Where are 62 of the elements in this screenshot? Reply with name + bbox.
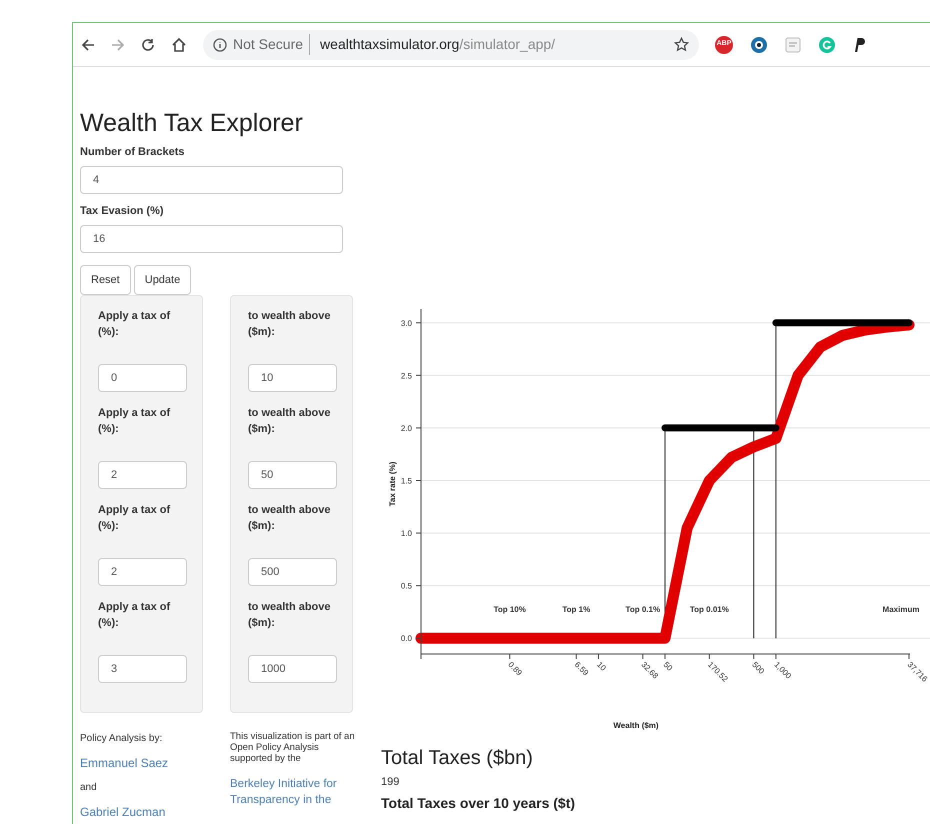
axis-title: Wealth ($m) [613, 721, 659, 730]
bracket-field[interactable]: 2 [98, 558, 187, 586]
bracket-field[interactable]: 3 [98, 655, 187, 683]
bracket-label: Apply a tax of (%): [98, 309, 172, 340]
p-icon[interactable] [853, 36, 865, 52]
bracket-field[interactable]: 2 [98, 461, 187, 489]
action-button[interactable]: Update [134, 265, 192, 295]
credits-heading: Policy Analysis by: [80, 732, 164, 746]
tick-label: 1.5 [400, 476, 412, 486]
bracket-label: to wealth above ($m): [248, 406, 332, 437]
joiner-text: and [80, 781, 98, 795]
url-text: wealthtaxsimulator.org/simulator_app/ [320, 35, 556, 54]
percentile-label: Top 0.1% [626, 605, 660, 614]
bracket-field[interactable]: 50 [248, 461, 337, 489]
bracket-label: to wealth above ($m): [248, 309, 332, 340]
axis-title: Tax rate (%) [388, 462, 397, 506]
bracket-field[interactable]: 500 [248, 558, 337, 586]
number-field[interactable]: 16 [80, 225, 343, 253]
field-label: Number of Brackets [80, 145, 186, 160]
page-title: Wealth Tax Explorer [80, 108, 304, 139]
tick-label: 500 [750, 660, 766, 676]
home-icon[interactable] [171, 38, 187, 52]
tick-label: 2.5 [400, 371, 412, 380]
field-label: Tax Evasion (%) [80, 204, 165, 219]
tick-label: 6.59 [572, 660, 590, 678]
tick-label: 10 [595, 660, 608, 673]
tick-label: 0.5 [400, 582, 412, 591]
reload-icon[interactable] [141, 38, 155, 52]
tick-label: 3.0 [400, 318, 412, 328]
bracket-label: to wealth above ($m): [248, 600, 332, 631]
tick-label: 1.0 [400, 529, 412, 538]
extension-icon[interactable] [785, 36, 801, 52]
results-subheading: Total Taxes over 10 years ($t) [381, 794, 576, 812]
tick-label: 0.0 [400, 634, 412, 644]
security-label: Not Secure [233, 34, 310, 55]
info-icon [213, 38, 227, 52]
percentile-label: Top 1% [562, 605, 590, 614]
back-icon[interactable] [81, 38, 95, 52]
bracket-label: Apply a tax of (%): [98, 406, 172, 437]
author-link[interactable]: Emmanuel Saez [80, 754, 210, 772]
number-field[interactable]: 4 [80, 166, 343, 194]
action-button[interactable]: Reset [80, 265, 131, 295]
tick-label: 50 [662, 660, 674, 673]
bracket-field[interactable]: 0 [98, 364, 187, 392]
results-value: 199 [381, 775, 400, 790]
bracket-field[interactable]: 1000 [248, 655, 337, 683]
author-link[interactable]: Gabriel Zucman [80, 803, 210, 821]
bracket-label: Apply a tax of (%): [98, 503, 172, 534]
bracket-label: Apply a tax of (%): [98, 600, 172, 631]
bracket-field[interactable]: 10 [248, 364, 337, 392]
percentile-label: Top 0.01% [690, 605, 729, 614]
address-bar[interactable]: Not Secure wealthtaxsimulator.org/simulator_app/ [203, 30, 699, 60]
support-link[interactable]: Berkeley Initiative for Transparency in the [230, 776, 355, 808]
support-text: This visualization is part of an Open Policy Analysis supported by the [230, 731, 355, 764]
bracket-label: to wealth above ($m): [248, 503, 332, 534]
eye-icon[interactable] [751, 36, 767, 52]
results-heading: Total Taxes ($bn) [381, 746, 534, 770]
tick-label: 0.89 [506, 660, 524, 678]
tick-label: 2.0 [400, 424, 412, 433]
percentile-label: Maximum [882, 605, 920, 614]
percentile-label: Top 10% [494, 605, 526, 614]
star-icon[interactable] [674, 37, 689, 52]
